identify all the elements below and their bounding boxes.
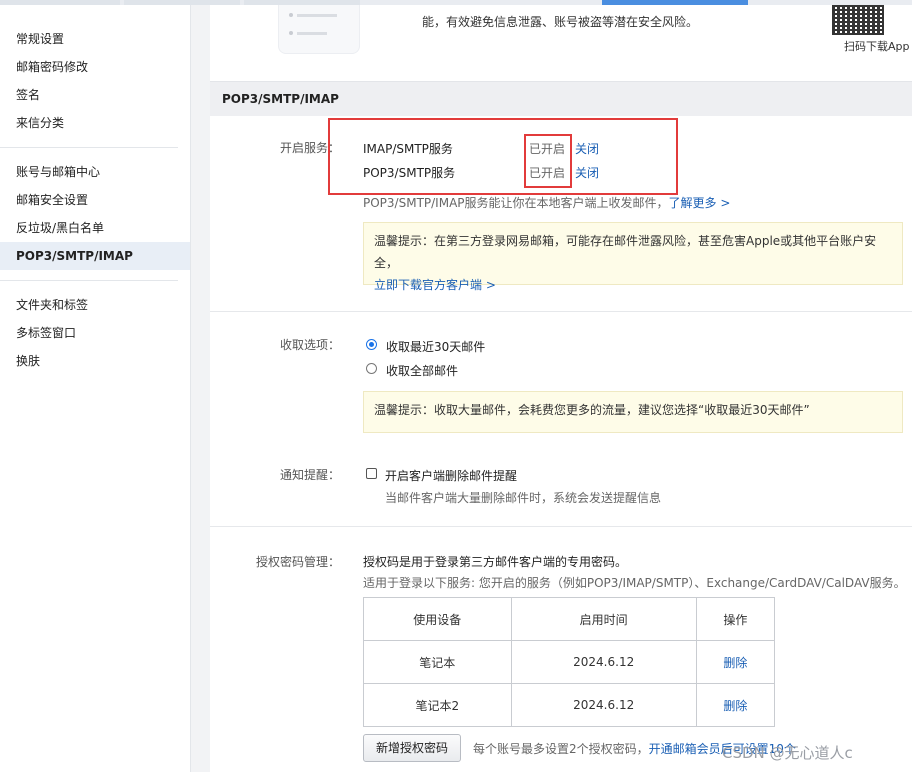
notify-label: 通知提醒： xyxy=(279,468,340,482)
sidebar-item-folders[interactable]: 文件夹和标签 xyxy=(0,291,190,319)
column-header-action: 操作 xyxy=(695,597,776,641)
device-cell: 笔记本 xyxy=(363,640,512,684)
table-row: 笔记本2 2024.6.12 删除 xyxy=(363,683,776,727)
receive-tip: 温馨提示：收取大量邮件，会耗费您更多的流量，建议您选择“收取最近30天邮件” xyxy=(363,391,903,433)
table-header-row: 使用设备 启用时间 操作 xyxy=(363,597,776,641)
auth-code-label: 授权密码管理： xyxy=(255,555,340,569)
settings-main: 能，有效避免信息泄露、账号被盗等潜在安全风险。 扫码下载App POP3/SMT… xyxy=(210,5,912,772)
imap-close-link[interactable]: 关闭 xyxy=(575,140,599,157)
add-auth-code-button[interactable]: 新增授权密码 xyxy=(363,734,462,762)
imap-service-name: IMAP/SMTP服务 xyxy=(363,142,453,156)
delete-reminder-label[interactable]: 开启客户端删除邮件提醒 xyxy=(385,467,517,484)
divider xyxy=(210,311,912,312)
sidebar-item-signature[interactable]: 签名 xyxy=(0,81,190,109)
qr-label: 扫码下载App xyxy=(844,40,910,53)
services-label: 开启服务： xyxy=(279,141,340,155)
sidebar-group-misc: 文件夹和标签 多标签窗口 换肤 xyxy=(0,291,190,375)
divider xyxy=(210,526,912,527)
auth-code-line1: 授权码是用于登录第三方邮件客户端的专用密码。 xyxy=(363,555,628,569)
services-description: POP3/SMTP/IMAP服务能让你在本地客户端上收发邮件，了解更多 > xyxy=(363,196,731,210)
auth-code-table: 使用设备 启用时间 操作 笔记本 2024.6.12 删除 笔记本2 2024.… xyxy=(363,597,776,727)
auth-code-line2: 适用于登录以下服务: 您开启的服务（例如POP3/IMAP/SMTP）、Exch… xyxy=(363,576,906,590)
app-promo: 能，有效避免信息泄露、账号被盗等潜在安全风险。 扫码下载App xyxy=(210,5,912,65)
phone-illustration xyxy=(278,5,360,54)
radio-recent-30-days-label[interactable]: 收取最近30天邮件 xyxy=(386,338,485,355)
date-cell: 2024.6.12 xyxy=(510,640,697,684)
column-header-device: 使用设备 xyxy=(363,597,512,641)
sidebar-item-pop3-smtp-imap[interactable]: POP3/SMTP/IMAP xyxy=(0,242,190,270)
download-client-link[interactable]: 立即下载官方客户端 > xyxy=(374,274,892,296)
radio-all-mail-label[interactable]: 收取全部邮件 xyxy=(386,362,458,379)
sidebar-item-account-center[interactable]: 账号与邮箱中心 xyxy=(0,158,190,186)
delete-link[interactable]: 删除 xyxy=(695,683,776,727)
security-tip: 温馨提示：在第三方登录网易邮箱，可能存在邮件泄露风险，甚至危害Apple或其他平… xyxy=(363,222,903,292)
learn-more-link[interactable]: 了解更多 > xyxy=(669,196,731,210)
sidebar-item-security[interactable]: 邮箱安全设置 xyxy=(0,186,190,214)
sidebar-divider xyxy=(0,147,178,148)
receive-tip-text: 温馨提示：收取大量邮件，会耗费您更多的流量，建议您选择“收取最近30天邮件” xyxy=(374,403,810,417)
sidebar-group-general: 常规设置 邮箱密码修改 签名 来信分类 xyxy=(0,5,190,137)
sidebar-group-account: 账号与邮箱中心 邮箱安全设置 反垃圾/黑白名单 POP3/SMTP/IMAP xyxy=(0,158,190,270)
delete-link[interactable]: 删除 xyxy=(695,640,776,684)
section-header: POP3/SMTP/IMAP xyxy=(210,81,912,116)
sidebar-item-general[interactable]: 常规设置 xyxy=(0,25,190,53)
receive-options-label: 收取选项： xyxy=(279,338,340,352)
security-tip-text: 温馨提示：在第三方登录网易邮箱，可能存在邮件泄露风险，甚至危害Apple或其他平… xyxy=(374,234,877,270)
pop3-close-link[interactable]: 关闭 xyxy=(575,164,599,181)
delete-reminder-desc: 当邮件客户端大量删除邮件时，系统会发送提醒信息 xyxy=(385,491,662,505)
delete-reminder-checkbox[interactable] xyxy=(366,468,377,479)
qr-code-icon xyxy=(832,5,884,35)
section-title: POP3/SMTP/IMAP xyxy=(222,92,339,106)
column-header-time: 启用时间 xyxy=(510,597,697,641)
imap-service-status: 已开启 xyxy=(529,142,566,156)
device-cell: 笔记本2 xyxy=(363,683,512,727)
sidebar-item-skin[interactable]: 换肤 xyxy=(0,347,190,375)
pop3-service-name: POP3/SMTP服务 xyxy=(363,166,456,180)
sidebar-item-multi-tab[interactable]: 多标签窗口 xyxy=(0,319,190,347)
settings-sidebar: 常规设置 邮箱密码修改 签名 来信分类 账号与邮箱中心 邮箱安全设置 反垃圾/黑… xyxy=(0,5,191,772)
radio-recent-30-days[interactable] xyxy=(366,339,377,350)
sidebar-item-password[interactable]: 邮箱密码修改 xyxy=(0,53,190,81)
watermark: CSDN @无心道人c xyxy=(722,744,853,762)
sidebar-divider xyxy=(0,280,178,281)
promo-text: 能，有效避免信息泄露、账号被盗等潜在安全风险。 xyxy=(422,15,699,29)
sidebar-item-spam[interactable]: 反垃圾/黑白名单 xyxy=(0,214,190,242)
table-row: 笔记本 2024.6.12 删除 xyxy=(363,640,776,684)
date-cell: 2024.6.12 xyxy=(510,683,697,727)
radio-all-mail[interactable] xyxy=(366,363,377,374)
pop3-service-status: 已开启 xyxy=(529,166,566,180)
sidebar-item-mail-rules[interactable]: 来信分类 xyxy=(0,109,190,137)
